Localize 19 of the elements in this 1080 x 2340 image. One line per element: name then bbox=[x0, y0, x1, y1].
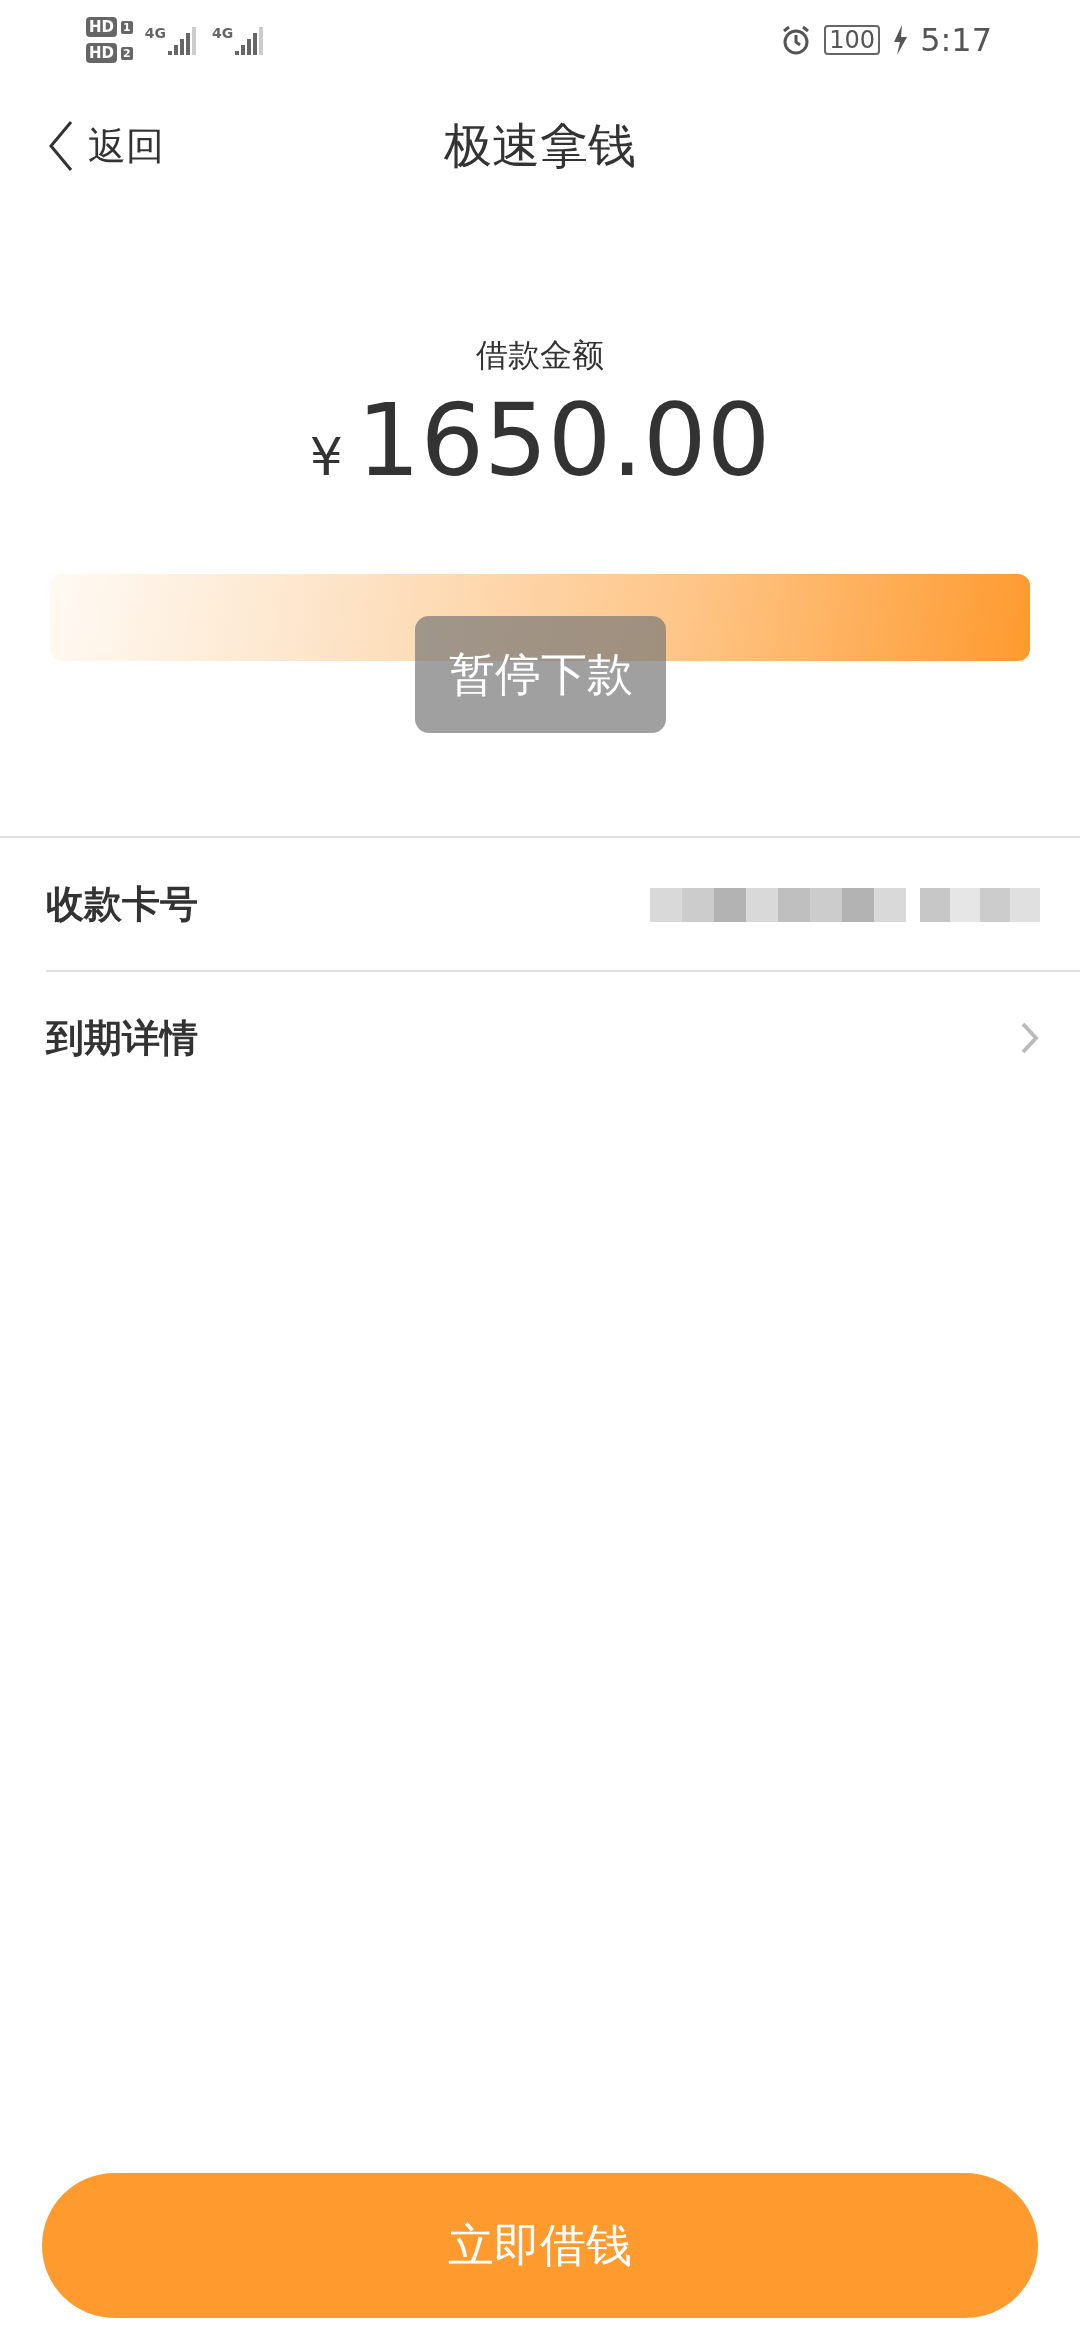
charging-icon bbox=[892, 25, 909, 55]
hd-badge: HD bbox=[86, 43, 117, 63]
clock-time: 5:17 bbox=[920, 21, 992, 59]
amount-label: 借款金额 bbox=[476, 335, 604, 376]
page-title: 极速拿钱 bbox=[444, 116, 636, 175]
currency-symbol: ¥ bbox=[309, 427, 343, 487]
back-button[interactable]: 返回 bbox=[48, 120, 164, 172]
toast-message: 暂停下款 bbox=[415, 616, 666, 733]
network-type: 4G bbox=[211, 25, 234, 41]
sim-slot: 1 bbox=[121, 20, 133, 34]
sim-slot: 2 bbox=[121, 46, 133, 60]
loan-amount: 1650.00 bbox=[356, 386, 771, 496]
row-label: 到期详情 bbox=[46, 1014, 198, 1062]
network-type: 4G bbox=[144, 25, 166, 41]
battery-level: 100 bbox=[824, 25, 881, 55]
back-chevron-icon bbox=[48, 120, 74, 172]
row-label: 收款卡号 bbox=[46, 880, 198, 928]
chevron-right-icon[interactable] bbox=[1020, 1021, 1040, 1055]
hd-badge: HD bbox=[86, 17, 117, 37]
